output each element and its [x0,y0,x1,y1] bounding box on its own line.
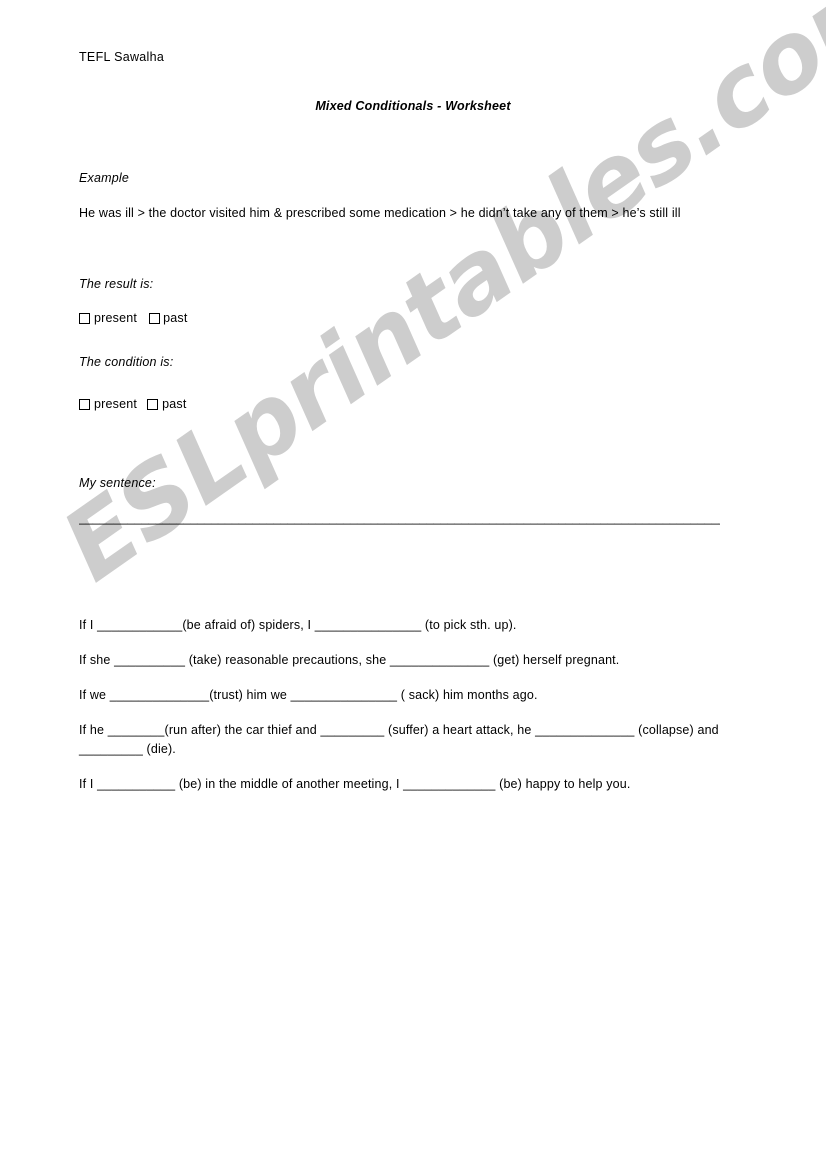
exercise-item[interactable]: If he ________(run after) the car thief … [79,721,724,757]
checkbox-icon[interactable] [79,312,90,324]
page-title: Mixed Conditionals - Worksheet [315,99,511,113]
result-option-present[interactable]: present [79,311,137,325]
result-option-past[interactable]: past [149,311,187,325]
condition-options: present past [79,397,187,411]
checkbox-icon[interactable] [149,312,161,324]
exercise-item[interactable]: If we ______________(trust) him we _____… [79,686,724,704]
worksheet-page: ESLprintables.com TEFL Sawalha Mixed Con… [0,0,826,1169]
my-sentence-answer-line[interactable]: ________________________________________… [79,511,720,525]
result-option-present-label: present [94,311,138,325]
condition-section-label: The condition is: [79,355,174,369]
condition-option-present[interactable]: present [79,397,137,411]
result-section-label: The result is: [79,277,154,291]
exercise-item[interactable]: If she __________ (take) reasonable prec… [79,651,724,669]
author-name: TEFL Sawalha [79,50,165,64]
example-sentence: He was ill > the doctor visited him & pr… [79,206,681,220]
exercise-list: If I ____________(be afraid of) spiders,… [79,616,724,793]
exercise-item[interactable]: If I ___________ (be) in the middle of a… [79,775,724,793]
example-label: Example [79,171,130,185]
checkbox-icon[interactable] [147,398,159,410]
condition-option-past-label: past [162,397,187,411]
exercise-item[interactable]: If I ____________(be afraid of) spiders,… [79,616,724,634]
condition-option-present-label: present [94,397,138,411]
condition-option-past[interactable]: past [147,397,186,411]
my-sentence-label: My sentence: [79,476,156,490]
result-options: present past [79,311,188,325]
result-option-past-label: past [163,311,188,325]
checkbox-icon[interactable] [79,398,90,410]
